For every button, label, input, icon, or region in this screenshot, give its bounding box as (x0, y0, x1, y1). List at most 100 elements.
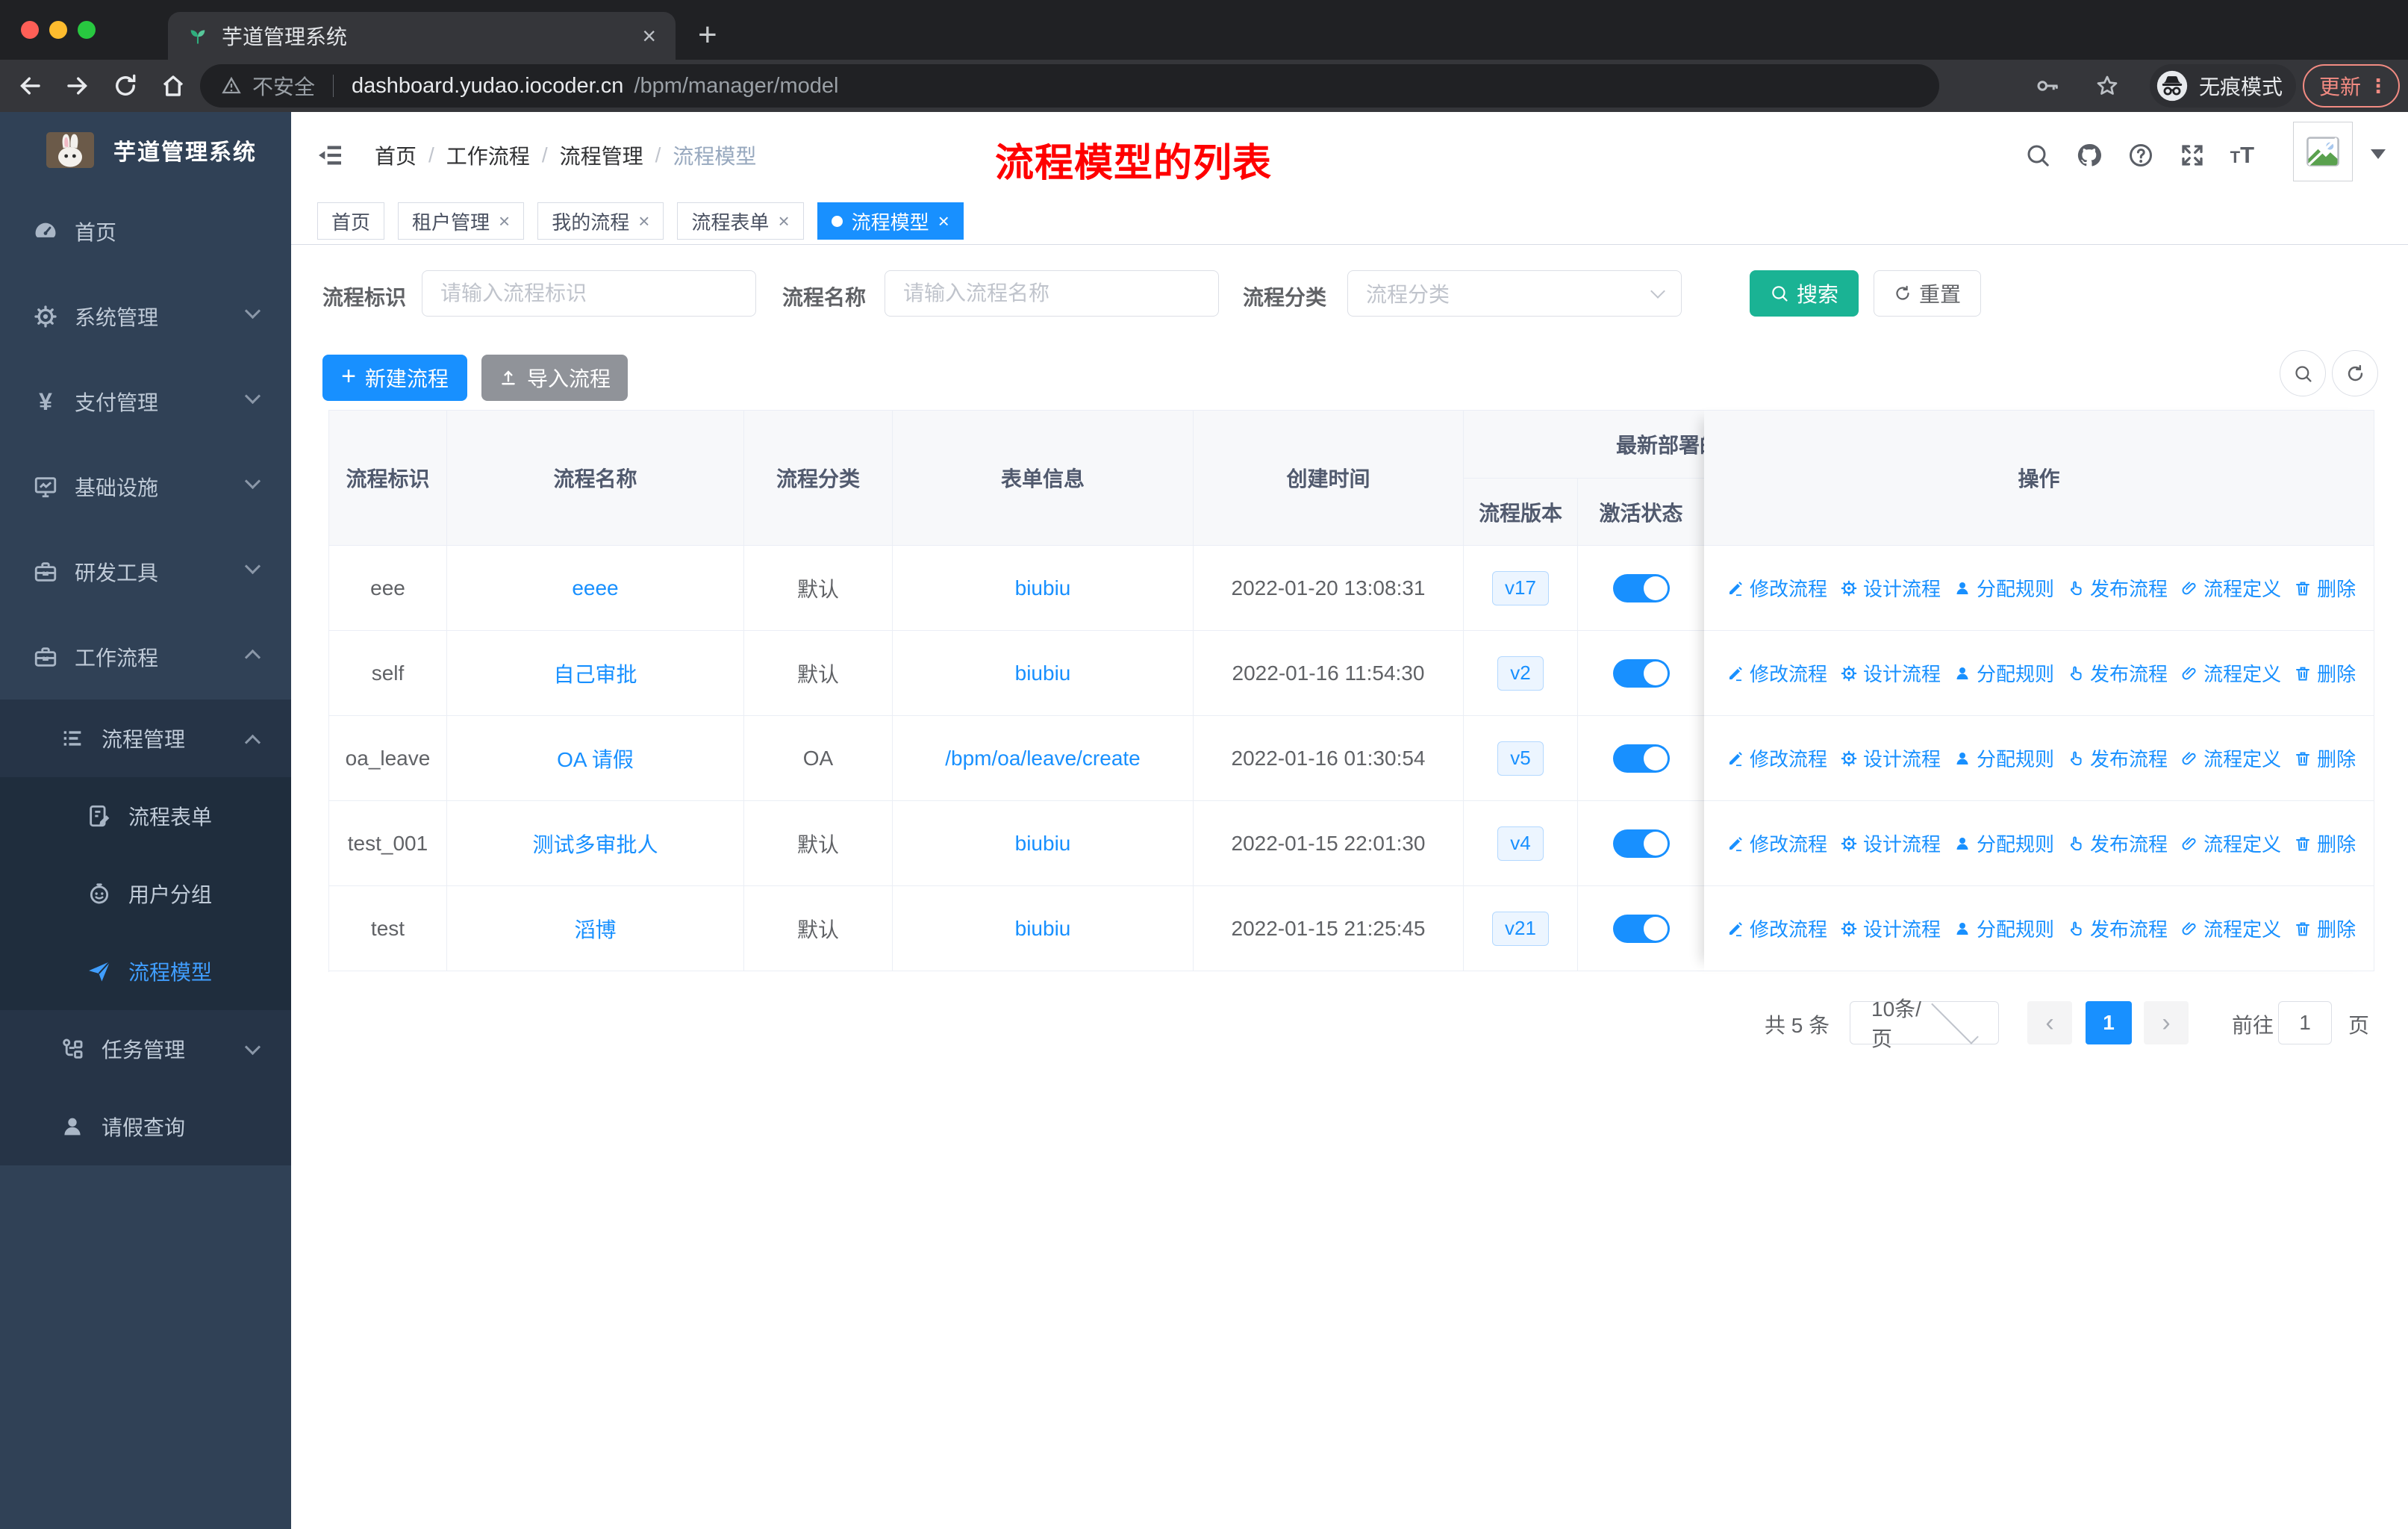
tab-close-icon[interactable]: × (642, 22, 656, 50)
import-process-button[interactable]: 导入流程 (481, 355, 628, 401)
reset-button[interactable]: 重置 (1874, 270, 1981, 317)
action-流程定义[interactable]: 流程定义 (2180, 574, 2281, 602)
action-流程定义[interactable]: 流程定义 (2180, 829, 2281, 857)
sidebar-item-流程管理[interactable]: 流程管理 (0, 700, 291, 777)
home-icon[interactable] (160, 72, 187, 99)
prev-page-button[interactable]: ‹ (2027, 1001, 2072, 1044)
font-size-icon[interactable]: TT (2230, 142, 2254, 169)
action-流程定义[interactable]: 流程定义 (2180, 915, 2281, 942)
breadcrumb-workflow[interactable]: 工作流程 (446, 140, 530, 170)
active-status-toggle[interactable] (1612, 658, 1670, 688)
bookmark-star-icon[interactable] (2094, 72, 2121, 99)
forward-icon[interactable] (64, 72, 91, 99)
search-button[interactable]: 搜索 (1750, 270, 1859, 317)
form-link[interactable]: /bpm/oa/leave/create (945, 747, 1141, 770)
sidebar-item-工作流程[interactable]: 工作流程 (0, 614, 291, 700)
fullscreen-icon[interactable] (2179, 142, 2206, 169)
action-流程定义[interactable]: 流程定义 (2180, 659, 2281, 687)
action-设计流程[interactable]: 设计流程 (1840, 574, 1941, 602)
goto-page-input[interactable] (2278, 1001, 2332, 1044)
form-link[interactable]: biubiu (1015, 832, 1071, 856)
action-设计流程[interactable]: 设计流程 (1840, 659, 1941, 687)
next-page-button[interactable]: › (2144, 1001, 2189, 1044)
close-icon[interactable]: × (938, 210, 949, 233)
avatar[interactable] (2293, 122, 2353, 181)
page-size-select[interactable]: 10条/页 (1850, 997, 1999, 1050)
breadcrumb-process-manage[interactable]: 流程管理 (560, 140, 643, 170)
help-icon[interactable] (2127, 142, 2154, 169)
sidebar-item-首页[interactable]: 首页 (0, 189, 291, 274)
sidebar-item-请假查询[interactable]: 请假查询 (0, 1088, 291, 1165)
action-删除[interactable]: 删除 (2294, 829, 2356, 857)
address-bar[interactable]: 不安全 dashboard.yudao.iocoder.cn/bpm/manag… (200, 64, 1939, 108)
sidebar-item-基础设施[interactable]: 基础设施 (0, 444, 291, 529)
action-删除[interactable]: 删除 (2294, 574, 2356, 602)
action-删除[interactable]: 删除 (2294, 744, 2356, 772)
filter-category-select[interactable]: 流程分类 (1347, 270, 1682, 317)
active-status-toggle[interactable] (1612, 914, 1670, 943)
reload-icon[interactable] (112, 72, 139, 99)
browser-tab[interactable]: 芋道管理系统 × (168, 12, 676, 60)
action-分配规则[interactable]: 分配规则 (1953, 744, 2054, 772)
sidebar-item-研发工具[interactable]: 研发工具 (0, 529, 291, 614)
key-icon[interactable] (2034, 72, 2061, 99)
action-删除[interactable]: 删除 (2294, 915, 2356, 942)
process-name-link[interactable]: OA 请假 (557, 744, 634, 773)
window-close-button[interactable] (21, 21, 39, 39)
action-修改流程[interactable]: 修改流程 (1727, 829, 1827, 857)
back-icon[interactable] (16, 72, 43, 99)
active-status-toggle[interactable] (1612, 573, 1670, 602)
window-zoom-button[interactable] (78, 21, 96, 39)
breadcrumb-home[interactable]: 首页 (375, 140, 417, 170)
close-icon[interactable]: × (778, 210, 789, 233)
action-分配规则[interactable]: 分配规则 (1953, 659, 2054, 687)
active-status-toggle[interactable] (1612, 829, 1670, 858)
action-分配规则[interactable]: 分配规则 (1953, 574, 2054, 602)
refresh-table-button[interactable] (2332, 350, 2378, 396)
sidebar-collapse-icon[interactable] (315, 140, 345, 170)
browser-update-chip[interactable]: 更新 ⋮ (2303, 64, 2400, 108)
sidebar-logo[interactable]: 芋道管理系统 (0, 112, 291, 188)
process-name-link[interactable]: 测试多审批人 (532, 829, 658, 859)
action-修改流程[interactable]: 修改流程 (1727, 744, 1827, 772)
action-设计流程[interactable]: 设计流程 (1840, 829, 1941, 857)
sidebar-item-系统管理[interactable]: 系统管理 (0, 274, 291, 359)
avatar-caret-down-icon[interactable] (2371, 149, 2386, 159)
tab-流程表单[interactable]: 流程表单 × (677, 202, 804, 240)
tab-首页[interactable]: 首页 (317, 202, 385, 240)
action-发布流程[interactable]: 发布流程 (2067, 915, 2168, 942)
process-name-link[interactable]: 自己审批 (553, 658, 637, 688)
filter-id-input[interactable] (422, 270, 756, 317)
action-设计流程[interactable]: 设计流程 (1840, 744, 1941, 772)
sidebar-item-支付管理[interactable]: ¥ 支付管理 (0, 359, 291, 444)
active-status-toggle[interactable] (1612, 744, 1670, 773)
action-删除[interactable]: 删除 (2294, 659, 2356, 687)
tab-租户管理[interactable]: 租户管理 × (398, 202, 525, 240)
action-流程定义[interactable]: 流程定义 (2180, 744, 2281, 772)
create-process-button[interactable]: + 新建流程 (322, 355, 467, 401)
form-link[interactable]: biubiu (1015, 917, 1071, 941)
action-分配规则[interactable]: 分配规则 (1953, 915, 2054, 942)
close-icon[interactable]: × (499, 210, 510, 233)
action-修改流程[interactable]: 修改流程 (1727, 915, 1827, 942)
action-发布流程[interactable]: 发布流程 (2067, 659, 2168, 687)
close-icon[interactable]: × (638, 210, 649, 233)
action-发布流程[interactable]: 发布流程 (2067, 829, 2168, 857)
process-name-link[interactable]: eeee (572, 576, 618, 600)
sidebar-item-流程表单[interactable]: 流程表单 (0, 777, 291, 855)
action-发布流程[interactable]: 发布流程 (2067, 574, 2168, 602)
process-name-link[interactable]: 滔博 (574, 914, 616, 944)
filter-name-input[interactable] (885, 270, 1219, 317)
action-分配规则[interactable]: 分配规则 (1953, 829, 2054, 857)
action-设计流程[interactable]: 设计流程 (1840, 915, 1941, 942)
form-link[interactable]: biubiu (1015, 576, 1071, 600)
search-icon[interactable] (2024, 142, 2051, 169)
toggle-search-button[interactable] (2280, 350, 2326, 396)
sidebar-item-用户分组[interactable]: 用户分组 (0, 855, 291, 932)
tab-我的流程[interactable]: 我的流程 × (537, 202, 664, 240)
action-修改流程[interactable]: 修改流程 (1727, 659, 1827, 687)
browser-menu-dots-icon[interactable]: ⋮ (2368, 75, 2388, 98)
window-minimize-button[interactable] (49, 21, 67, 39)
github-icon[interactable] (2076, 142, 2103, 169)
action-发布流程[interactable]: 发布流程 (2067, 744, 2168, 772)
